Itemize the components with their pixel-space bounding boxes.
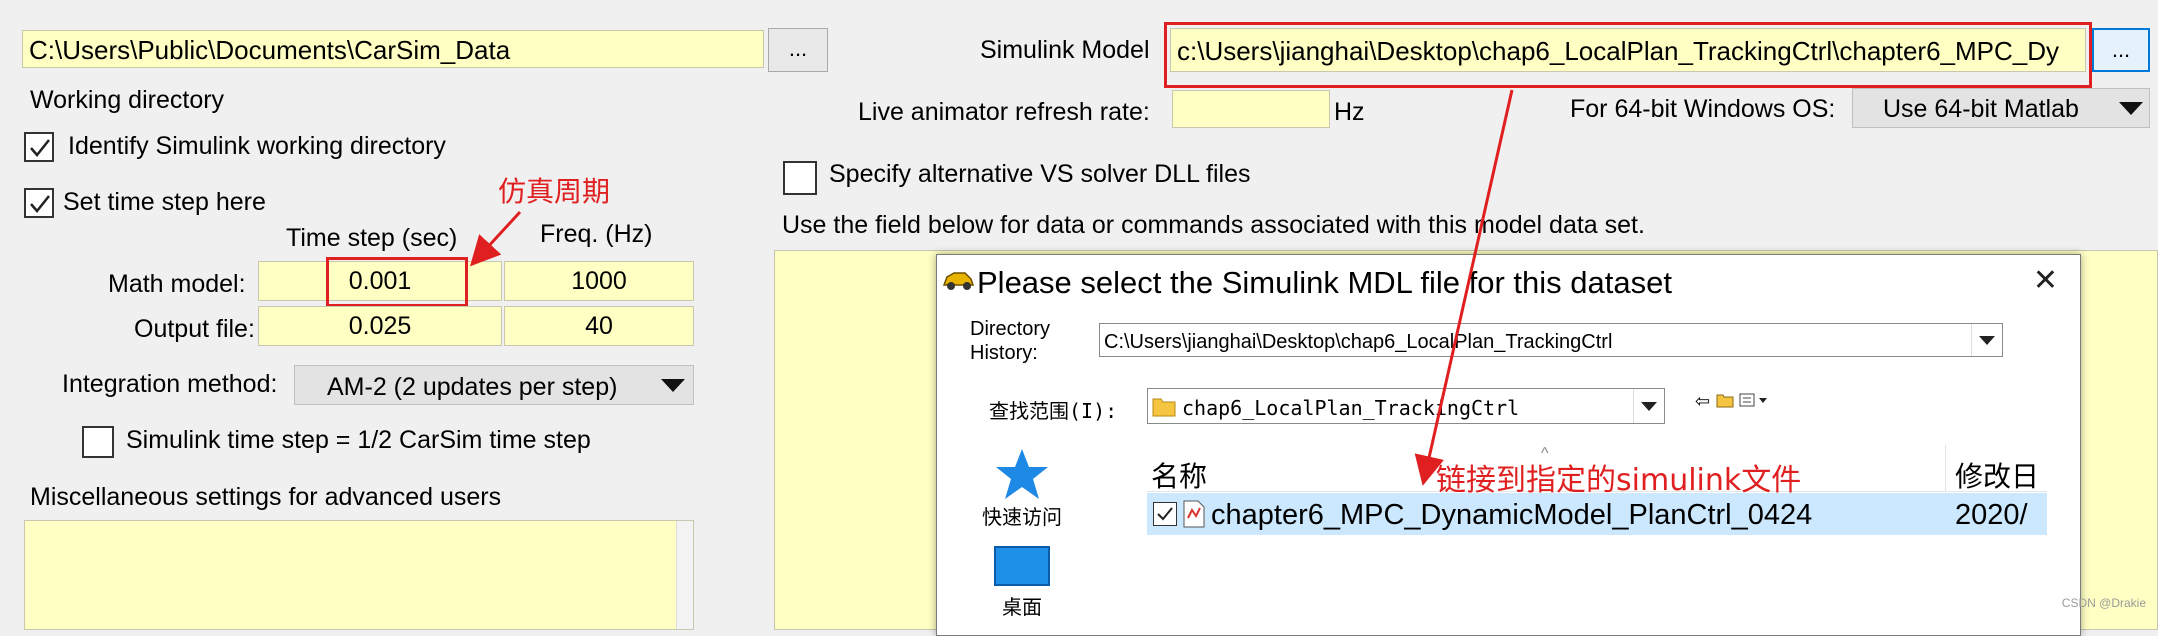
annotation-link-simulink: 链接到指定的simulink文件 [1436,463,1802,498]
sim-period-arrow [469,210,522,267]
watermark-text: CSDN @Drakie [2061,596,2146,610]
annotation-arrows [469,89,1514,486]
link-simulink-arrow [1414,89,1514,486]
